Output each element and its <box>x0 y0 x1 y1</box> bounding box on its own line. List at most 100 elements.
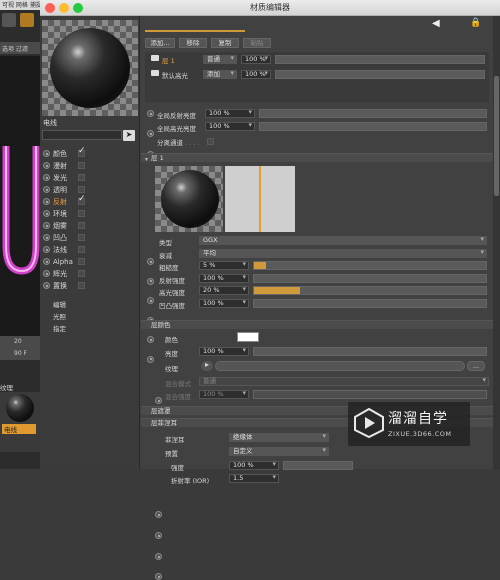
remove-layer-button[interactable]: 移除 <box>179 38 207 48</box>
brightness-field[interactable]: 100 % <box>199 347 249 356</box>
material-thumb[interactable] <box>6 394 34 422</box>
material-name-field[interactable]: 电线 <box>42 118 138 129</box>
channel-checkbox[interactable] <box>78 210 85 217</box>
blend-strength-slider[interactable] <box>253 390 487 399</box>
refresh-tool-icon[interactable] <box>20 13 34 27</box>
channel-item[interactable]: 发光 <box>43 172 85 183</box>
channel-item[interactable]: 反射 <box>43 194 86 207</box>
animate-radio[interactable] <box>43 150 50 157</box>
animate-radio[interactable] <box>155 573 162 580</box>
global-specular-field[interactable]: 100 % <box>205 122 255 131</box>
animate-radio[interactable] <box>43 198 50 205</box>
animate-radio[interactable] <box>155 511 162 518</box>
param-field[interactable]: 5 % <box>199 261 249 270</box>
channel-item[interactable]: 漫射 <box>43 160 85 171</box>
layer-value-field[interactable]: 100 % <box>241 55 271 64</box>
param-slider[interactable] <box>253 261 487 270</box>
color-swatch[interactable] <box>237 332 259 342</box>
channel-item[interactable]: Alpha <box>43 256 85 267</box>
animate-radio[interactable] <box>43 258 50 265</box>
param-field[interactable]: 20 % <box>199 286 249 295</box>
blend-strength-field[interactable]: 100 % <box>199 390 249 399</box>
animate-radio[interactable] <box>147 258 154 265</box>
channel-checkbox[interactable] <box>78 146 86 157</box>
paste-layer-button[interactable]: 粘贴 <box>243 38 271 48</box>
global-reflection-slider[interactable] <box>259 109 487 118</box>
param-select[interactable]: GGX <box>199 236 487 245</box>
animate-radio[interactable] <box>155 553 162 560</box>
animate-radio[interactable] <box>43 162 50 169</box>
layer-mode-select[interactable]: 普通 <box>203 55 237 64</box>
animate-radio[interactable] <box>43 282 50 289</box>
channel-checkbox[interactable] <box>78 162 85 169</box>
animate-radio[interactable] <box>43 174 50 181</box>
channel-checkbox[interactable] <box>78 186 85 193</box>
collapse-arrow-icon[interactable]: ▾ <box>145 156 148 163</box>
animate-radio[interactable] <box>155 397 162 404</box>
animate-radio[interactable] <box>147 277 154 285</box>
separate-pass-checkbox[interactable] <box>207 138 214 145</box>
lock-icon[interactable]: 🔒 <box>470 18 481 28</box>
param-slider[interactable] <box>253 286 487 295</box>
layer-color-section[interactable]: 层颜色 <box>141 320 493 329</box>
animate-radio[interactable] <box>147 130 154 137</box>
layer-value-field[interactable]: 100 % <box>241 70 271 79</box>
channel-checkbox[interactable] <box>78 270 85 277</box>
texture-slot[interactable] <box>215 361 465 371</box>
layer-name[interactable]: 默认高光 <box>162 70 188 80</box>
animate-radio[interactable] <box>43 246 50 253</box>
material-preview[interactable] <box>42 20 138 116</box>
extra-item[interactable]: 编辑 <box>53 299 66 309</box>
param-field[interactable]: 100 % <box>199 273 249 283</box>
layer-preview[interactable] <box>155 166 223 232</box>
blend-mode-select[interactable]: 普通 <box>199 377 489 386</box>
channel-item[interactable]: 辉光 <box>43 268 85 279</box>
layer-mode-select[interactable]: 添加 <box>203 70 237 79</box>
scrollbar[interactable] <box>493 16 500 469</box>
pick-cursor-icon[interactable]: ➤ <box>123 130 135 141</box>
param-slider[interactable] <box>253 298 487 308</box>
channel-checkbox[interactable] <box>78 258 85 265</box>
param-select[interactable]: 平均 <box>199 248 487 258</box>
animate-radio[interactable] <box>43 222 50 229</box>
extra-item[interactable]: 指定 <box>53 323 66 333</box>
animate-radio[interactable] <box>155 532 162 539</box>
layer-opacity-slider[interactable] <box>275 70 485 79</box>
channel-checkbox[interactable] <box>78 174 85 181</box>
animate-radio[interactable] <box>147 110 154 117</box>
animate-radio[interactable] <box>43 270 50 277</box>
layer-section-header[interactable]: 层 1 <box>141 153 493 162</box>
channel-item[interactable]: 颜色 <box>43 146 86 159</box>
brightness-slider[interactable] <box>253 347 487 356</box>
app-menubar[interactable]: 可视 网格 捕捉 <box>0 0 40 10</box>
layer-name[interactable]: 层 1 <box>162 55 175 65</box>
param-slider[interactable] <box>253 273 487 283</box>
global-reflection-field[interactable]: 100 % <box>205 109 255 118</box>
channel-checkbox[interactable] <box>78 282 85 289</box>
channel-checkbox[interactable] <box>78 194 86 205</box>
add-layer-button[interactable]: 添加... <box>145 38 175 48</box>
global-specular-slider[interactable] <box>259 122 487 131</box>
app-tabs[interactable]: 选项 过滤 <box>0 42 40 54</box>
tool-icon[interactable] <box>2 13 16 27</box>
copy-layer-button[interactable]: 复制 <box>211 38 239 48</box>
channel-item[interactable]: 透明 <box>43 184 85 195</box>
animate-radio[interactable] <box>43 234 50 241</box>
ior-field[interactable]: 1.5 <box>229 474 279 483</box>
fresnel-select[interactable]: 绝缘体 <box>229 433 329 442</box>
texture-more-button[interactable]: ... <box>467 361 485 371</box>
channel-checkbox[interactable] <box>78 222 85 229</box>
timeline-ruler[interactable]: 20 90 F <box>0 336 40 360</box>
extra-item[interactable]: 光照 <box>53 311 66 321</box>
channel-item[interactable]: 法线 <box>43 244 85 255</box>
animate-radio[interactable] <box>147 355 154 363</box>
scrollbar-thumb[interactable] <box>494 76 499 196</box>
channel-item[interactable]: 烟雾 <box>43 220 85 231</box>
preset-select[interactable]: 自定义 <box>229 447 329 456</box>
animate-radio[interactable] <box>43 186 50 193</box>
animate-radio[interactable] <box>147 336 154 343</box>
material-search-field[interactable] <box>42 130 122 140</box>
animate-radio[interactable] <box>147 297 154 304</box>
viewport[interactable] <box>0 56 40 336</box>
eye-icon[interactable] <box>151 70 159 76</box>
